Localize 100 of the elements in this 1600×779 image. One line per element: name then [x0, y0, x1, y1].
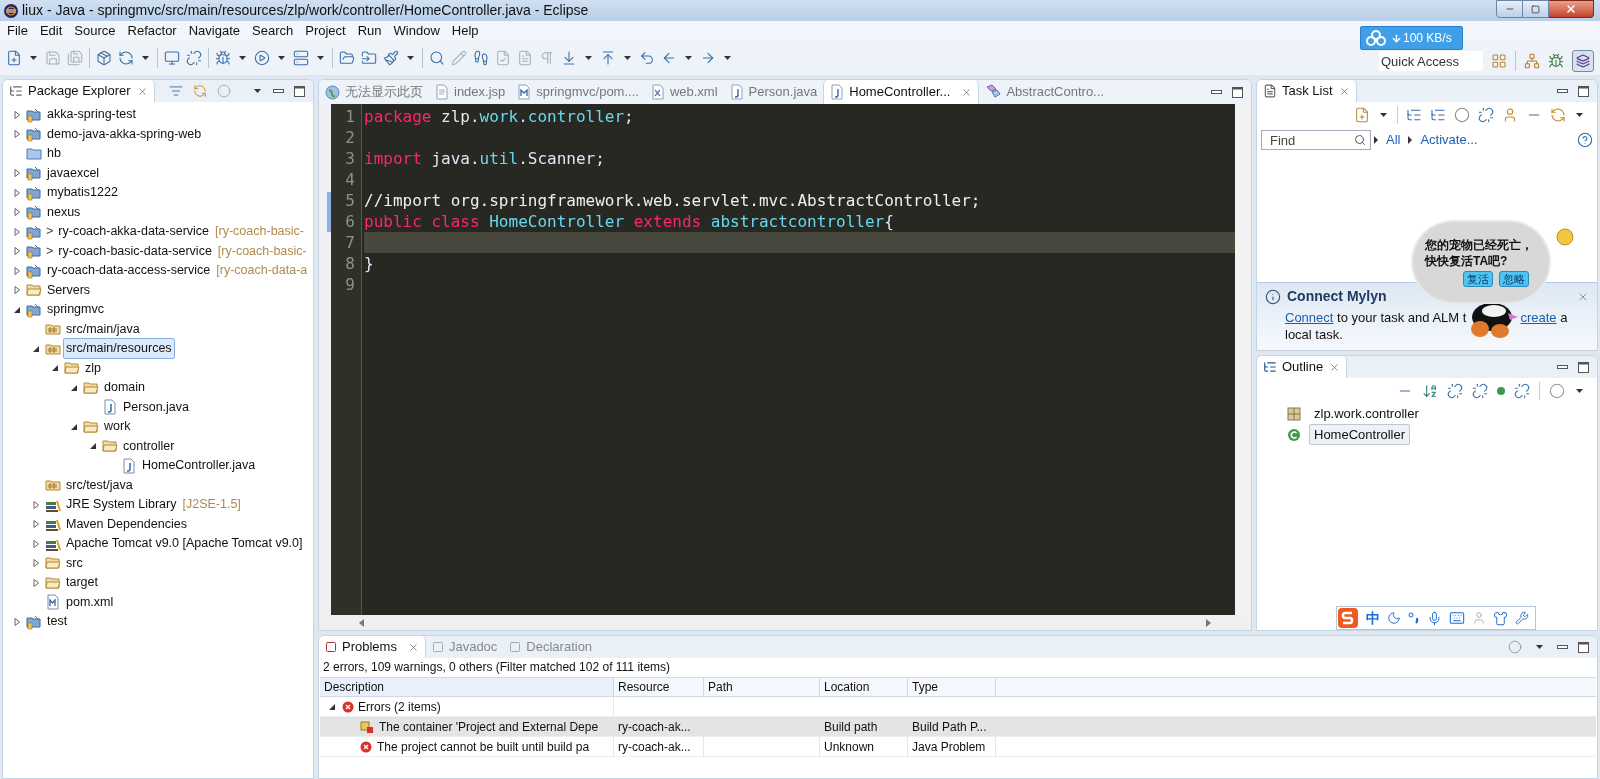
- focus-icon[interactable]: [1454, 107, 1470, 123]
- menu-item[interactable]: Window: [387, 21, 446, 41]
- back-icon[interactable]: [661, 50, 677, 66]
- scroll-left-icon[interactable]: [359, 618, 364, 627]
- brush-icon[interactable]: [383, 50, 399, 66]
- run-icon[interactable]: [254, 50, 270, 66]
- quick-access-field[interactable]: Quick Access: [1379, 51, 1483, 71]
- menu-item[interactable]: Refactor: [121, 21, 183, 41]
- dropdown-caret-icon[interactable]: [239, 56, 246, 60]
- menu-item[interactable]: File: [1, 21, 34, 41]
- folder-icon[interactable]: [361, 50, 377, 66]
- dropdown-caret-icon[interactable]: [317, 56, 324, 60]
- tree-item[interactable]: springmvc: [44, 299, 107, 321]
- tree-item[interactable]: test: [44, 611, 71, 633]
- collapsed-arrow-icon[interactable]: [11, 245, 23, 258]
- code-area[interactable]: package zlp.work.controller; import java.util.Scanner; //import org.springframework.web.servlet.mvc.AbstractController; public class HomeController extends abstractcontroller{ }: [361, 104, 1235, 615]
- tree-item[interactable]: domain: [101, 377, 148, 399]
- find-field[interactable]: Find: [1261, 130, 1371, 150]
- filter-link[interactable]: Activate...: [1420, 130, 1478, 150]
- close-button[interactable]: [1549, 0, 1594, 18]
- dropdown-caret-icon[interactable]: [585, 56, 592, 60]
- new-task-icon[interactable]: [1354, 107, 1370, 123]
- refresh-icon[interactable]: [118, 50, 134, 66]
- close-icon[interactable]: [1338, 85, 1350, 97]
- tree-item[interactable]: demo-java-akka-spring-web: [44, 123, 205, 145]
- collapsed-arrow-icon[interactable]: [30, 537, 42, 550]
- java-perspective-button[interactable]: [1572, 50, 1594, 72]
- collapsed-arrow-icon[interactable]: [11, 108, 23, 121]
- dropdown-caret-icon[interactable]: [1380, 113, 1387, 117]
- view-menu-icon[interactable]: [1576, 113, 1583, 117]
- scheduled-icon[interactable]: [1430, 107, 1446, 123]
- menu-item[interactable]: Source: [68, 21, 122, 41]
- menu-item[interactable]: Edit: [33, 21, 69, 41]
- package-icon[interactable]: [96, 50, 112, 66]
- menu-item[interactable]: Run: [351, 21, 388, 41]
- outline-tab[interactable]: Outline: [1257, 356, 1348, 378]
- maximize-icon[interactable]: [294, 85, 305, 97]
- keyboard-icon[interactable]: [1449, 610, 1465, 626]
- group-label[interactable]: Errors (2 items): [358, 697, 441, 716]
- minimize-button[interactable]: [1496, 0, 1523, 18]
- editor-tab[interactable]: web.xml: [644, 80, 724, 104]
- collapsed-arrow-icon[interactable]: [30, 498, 42, 511]
- tree-item[interactable]: ry-coach-basic-data-service: [55, 240, 215, 262]
- help-icon[interactable]: [1577, 132, 1593, 148]
- open-perspective-icon[interactable]: [1491, 53, 1507, 69]
- problem-row[interactable]: The container 'Project and External Depe ry-coach-ak... Build path Build Path P...: [320, 717, 1596, 737]
- minimize-icon[interactable]: [273, 89, 284, 93]
- server-icon[interactable]: [293, 50, 309, 66]
- tree-item[interactable]: src/main/resources: [63, 338, 175, 360]
- tree-item[interactable]: javaexcel: [44, 162, 103, 184]
- editor-tab[interactable]: HomeController...: [823, 80, 980, 104]
- tree-item[interactable]: target: [63, 572, 101, 594]
- bubble-button[interactable]: 忽略: [1499, 271, 1529, 287]
- focus-icon[interactable]: [1508, 640, 1522, 654]
- view-menu-icon[interactable]: [254, 89, 261, 93]
- collapsed-arrow-icon[interactable]: [30, 518, 42, 531]
- column-header[interactable]: Path: [704, 678, 820, 696]
- tree-item[interactable]: Person.java: [120, 396, 192, 418]
- tree-item[interactable]: akka-spring-test: [44, 104, 139, 126]
- close-icon[interactable]: [407, 641, 419, 653]
- expand-arrow-icon[interactable]: [1374, 136, 1378, 144]
- tree-item[interactable]: Maven Dependencies: [63, 513, 190, 535]
- bubble-button[interactable]: 复活: [1463, 271, 1493, 287]
- close-icon[interactable]: [1329, 361, 1341, 373]
- tree-item[interactable]: Apache Tomcat v9.0 [Apache Tomcat v9.0]: [63, 533, 306, 555]
- tree-item[interactable]: zlp: [82, 357, 104, 379]
- menu-item[interactable]: Project: [299, 21, 352, 41]
- minimize-icon[interactable]: [1211, 90, 1222, 94]
- last-edit-icon[interactable]: [639, 50, 655, 66]
- horizontal-scrollbar[interactable]: [319, 615, 1251, 630]
- connect-link[interactable]: Connect: [1285, 310, 1334, 325]
- search-icon[interactable]: [429, 50, 445, 66]
- microphone-icon[interactable]: [1427, 610, 1442, 626]
- close-icon[interactable]: [136, 85, 148, 97]
- filter-link[interactable]: All: [1386, 130, 1401, 150]
- dropdown-caret-icon[interactable]: [407, 56, 414, 60]
- outline-item[interactable]: zlp.work.controller: [1309, 402, 1424, 425]
- collapsed-arrow-icon[interactable]: [11, 284, 23, 297]
- menu-item[interactable]: Help: [445, 21, 485, 41]
- collapsed-arrow-icon[interactable]: [30, 557, 42, 570]
- dropdown-caret-icon[interactable]: [724, 56, 731, 60]
- restore-button[interactable]: [1523, 0, 1549, 18]
- tree-item[interactable]: ry-coach-data-access-service: [44, 260, 214, 282]
- editor-tab[interactable]: AbstractContro...: [979, 80, 1110, 104]
- collapse-all-icon[interactable]: [168, 84, 183, 98]
- link-editor-icon[interactable]: [192, 84, 207, 98]
- dropdown-caret-icon[interactable]: [142, 56, 149, 60]
- maximize-icon[interactable]: [1578, 85, 1589, 97]
- tree-item[interactable]: nexus: [44, 201, 84, 223]
- sort-icon[interactable]: [1422, 383, 1438, 399]
- people-icon[interactable]: [1502, 107, 1518, 123]
- tree-item[interactable]: ry-coach-akka-data-service: [55, 221, 213, 243]
- maximize-icon[interactable]: [1578, 641, 1589, 653]
- column-header[interactable]: Location: [820, 678, 908, 696]
- collapsed-arrow-icon[interactable]: [11, 264, 23, 277]
- collapsed-arrow-icon[interactable]: [11, 167, 23, 180]
- editor-tab[interactable]: Person.java: [723, 80, 824, 104]
- forward-icon[interactable]: [700, 50, 716, 66]
- outline-item[interactable]: HomeController: [1309, 423, 1411, 446]
- tree-item[interactable]: HomeController.java: [139, 455, 259, 477]
